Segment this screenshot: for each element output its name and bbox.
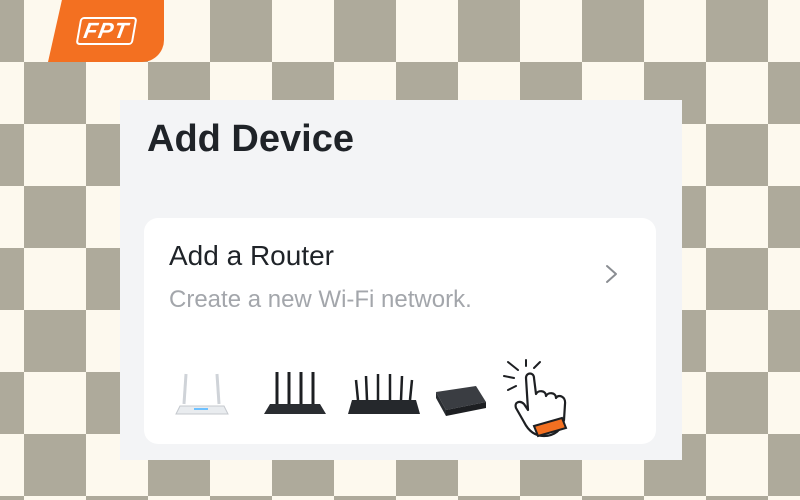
chevron-right-icon[interactable] (602, 262, 622, 286)
card-title: Add a Router (169, 240, 334, 271)
mobile-router-icon (436, 386, 486, 416)
page-title: Add Device (147, 118, 354, 160)
router-6-antenna-icon (348, 374, 420, 414)
brand-logo: FPT (48, 0, 164, 62)
add-router-card[interactable]: Add a Router Create a new Wi-Fi network. (144, 218, 656, 444)
add-device-screen: Add Device Add a Router Create a new Wi-… (120, 100, 682, 460)
device-illustrations (175, 359, 568, 438)
router-2-antenna-icon (175, 373, 229, 415)
router-4-antenna-icon (264, 372, 326, 414)
brand-logo-text: FPT (75, 17, 137, 45)
tap-hand-icon (503, 359, 568, 438)
card-subtitle: Create a new Wi-Fi network. (169, 286, 472, 313)
